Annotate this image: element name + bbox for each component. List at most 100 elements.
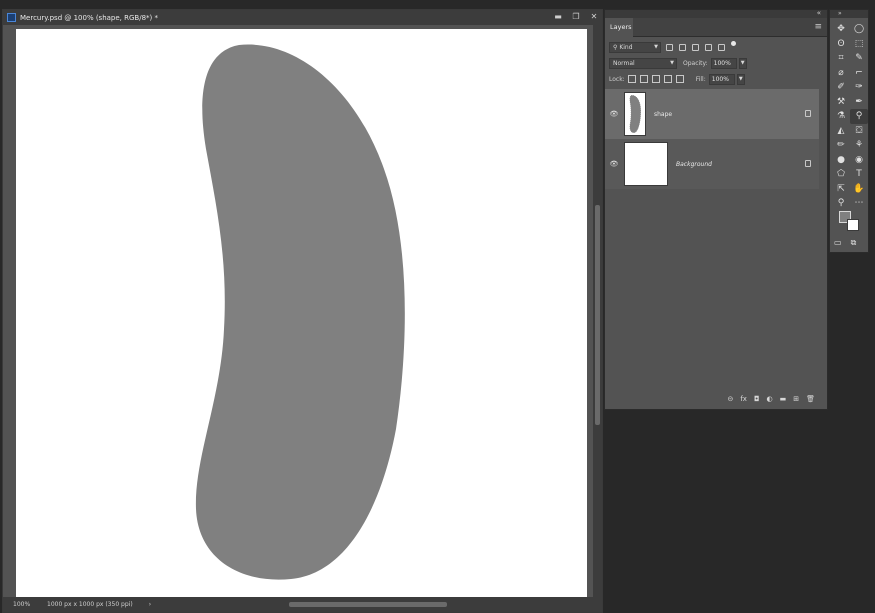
opacity-label: Opacity:	[683, 59, 708, 67]
zoom-level[interactable]: 100%	[3, 601, 33, 608]
restore-icon[interactable]: ❐	[572, 12, 580, 22]
move-tool-icon[interactable]: ✥	[832, 22, 850, 37]
document-title: Mercury.psd @ 100% (shape, RGB/8*) *	[20, 13, 158, 22]
collapse-icon[interactable]: «	[817, 9, 821, 17]
hand-icon[interactable]: ✋	[850, 182, 868, 197]
panel-footer: ⊝ fx ◘ ◐ ▬ ⊞ 🗑	[605, 389, 827, 409]
opacity-field[interactable]: 100%	[710, 57, 737, 69]
vertical-scroll-thumb[interactable]	[595, 205, 600, 425]
healing-icon[interactable]: ✐	[832, 80, 850, 95]
fill-dropdown-icon[interactable]: ▼	[736, 73, 745, 85]
blend-mode-select[interactable]: Normal ▼	[609, 57, 677, 69]
canvas[interactable]	[16, 29, 587, 598]
lock-label: Lock:	[609, 75, 625, 83]
panel-tabbar: Layers ≡	[605, 18, 827, 37]
layer-thumbnail	[624, 92, 646, 136]
pencil-icon[interactable]: ⌐	[850, 66, 868, 81]
document-info: 1000 px x 1000 px (350 ppi)	[47, 601, 133, 608]
canvas-area[interactable]	[3, 25, 594, 599]
smudge-icon[interactable]: ⛋	[850, 124, 868, 139]
lock-transparent-icon[interactable]	[627, 75, 636, 83]
dodge-icon[interactable]: ✏	[832, 138, 850, 153]
layer-row-shape[interactable]: 👁 shape	[605, 89, 819, 139]
paint-bucket-icon[interactable]: ⚲	[850, 109, 868, 124]
crop-icon[interactable]: ⌗	[832, 51, 850, 66]
lasso-icon[interactable]: ʘ	[832, 37, 850, 52]
vertical-scrollbar[interactable]	[593, 25, 602, 599]
new-group-icon[interactable]: ▬	[780, 395, 787, 403]
filter-toggle-icon[interactable]	[731, 40, 736, 46]
document-window: Mercury.psd @ 100% (shape, RGB/8*) * ▬ ❐…	[2, 9, 603, 613]
filter-icons	[666, 40, 736, 51]
eye-icon[interactable]: 👁	[605, 160, 623, 168]
tool-grid: ✥ ◯ ʘ ⬚ ⌗ ✎ ⌀ ⌐ ✐ ✑ ⚒ ✒ ⚗ ⚲ ◭ ⛋ ✏ ⚘ ● ◉ ⬠ T ⇱ ✋ ⚲ ⋯	[830, 18, 868, 211]
blend-row: Normal ▼ Opacity: 100% ▼	[609, 57, 747, 69]
eraser-icon[interactable]: ⚗	[832, 109, 850, 124]
chevron-down-icon: ▼	[654, 44, 658, 50]
eye-icon[interactable]: 👁	[605, 110, 623, 118]
background-color-swatch[interactable]	[847, 219, 859, 231]
delete-layer-icon[interactable]: 🗑	[806, 395, 815, 403]
sharpen-icon[interactable]: ◉	[850, 153, 868, 168]
bean-shape[interactable]	[16, 29, 587, 598]
adjustment-filter-icon[interactable]	[679, 43, 686, 51]
tools-panel: » ✥ ◯ ʘ ⬚ ⌗ ✎ ⌀ ⌐ ✐ ✑ ⚒ ✒ ⚗ ⚲ ◭ ⛋ ✏ ⚘ ● ◉ ⬠ T ⇱ ✋ ⚲ ⋯ ▭ ⧉	[829, 9, 869, 253]
lock-icon	[805, 110, 811, 117]
quick-mask-icon[interactable]: ▭	[834, 238, 842, 248]
lock-position-icon[interactable]	[651, 75, 660, 83]
color-swatches	[838, 209, 862, 233]
filter-kind-select[interactable]: ⚲ Kind ▼	[609, 41, 661, 53]
lock-all-icon[interactable]	[675, 75, 684, 83]
brush-icon[interactable]: ⌀	[832, 66, 850, 81]
lock-image-icon[interactable]	[639, 75, 648, 83]
history-brush-icon[interactable]: ✒	[850, 95, 868, 110]
direct-select-icon[interactable]: ⇱	[832, 182, 850, 197]
shape-icon[interactable]: ⬠	[832, 167, 850, 182]
layer-style-icon[interactable]: fx	[740, 395, 747, 403]
lock-row: Lock: Fill: 100% ▼	[609, 73, 745, 85]
filter-row: ⚲ Kind ▼	[609, 40, 736, 53]
lock-artboard-icon[interactable]	[663, 75, 672, 83]
minimize-icon[interactable]: ▬	[554, 12, 562, 22]
shape-filter-icon[interactable]	[705, 43, 712, 51]
horizontal-scroll-thumb[interactable]	[289, 602, 447, 607]
type-icon[interactable]: T	[850, 167, 868, 182]
tab-layers[interactable]: Layers	[605, 18, 633, 37]
add-mask-icon[interactable]: ◘	[754, 395, 760, 403]
panel-topbar: «	[605, 9, 827, 18]
blend-mode-value: Normal	[613, 59, 635, 67]
pen-icon[interactable]: ✑	[850, 80, 868, 95]
stamp-icon[interactable]: ⚒	[832, 95, 850, 110]
ellipse-marquee-icon[interactable]: ◯	[850, 22, 868, 37]
path-select-icon[interactable]: ⚘	[850, 138, 868, 153]
document-titlebar[interactable]: Mercury.psd @ 100% (shape, RGB/8*) * ▬ ❐…	[3, 10, 602, 25]
blur-icon[interactable]: ◭	[832, 124, 850, 139]
sponge-icon[interactable]: ●	[832, 153, 850, 168]
filter-kind-value: Kind	[619, 43, 633, 51]
mode-row: ▭ ⧉	[834, 238, 856, 248]
type-filter-icon[interactable]	[692, 43, 699, 51]
fill-field[interactable]: 100%	[708, 73, 735, 85]
layer-name: shape	[654, 110, 673, 118]
quick-select-icon[interactable]: ⬚	[850, 37, 868, 52]
adjustment-layer-icon[interactable]: ◐	[767, 395, 773, 403]
layers-panel: « Layers ≡ ⚲ Kind ▼ Normal ▼ Opacity: 10…	[604, 9, 828, 410]
window-controls: ▬ ❐ ✕	[554, 12, 598, 22]
pixel-filter-icon[interactable]	[666, 43, 673, 51]
new-layer-icon[interactable]: ⊞	[793, 395, 799, 403]
status-bar: 100% 1000 px x 1000 px (350 ppi) ›	[3, 597, 602, 612]
opacity-dropdown-icon[interactable]: ▼	[738, 57, 747, 69]
screen-mode-icon[interactable]: ⧉	[851, 238, 857, 248]
panel-menu-icon[interactable]: ≡	[814, 22, 822, 32]
smart-object-filter-icon[interactable]	[718, 43, 725, 51]
layer-name: Background	[676, 160, 712, 168]
photoshop-icon	[7, 13, 16, 22]
layer-row-background[interactable]: 👁 Background	[605, 139, 819, 189]
eyedropper-icon[interactable]: ✎	[850, 51, 868, 66]
link-layers-icon[interactable]: ⊝	[727, 395, 733, 403]
close-icon[interactable]: ✕	[590, 12, 598, 22]
horizontal-scrollbar[interactable]	[153, 601, 583, 608]
layer-thumbnail	[624, 142, 668, 186]
toolbar-collapse[interactable]: »	[830, 10, 868, 18]
chevron-down-icon: ▼	[670, 60, 674, 66]
